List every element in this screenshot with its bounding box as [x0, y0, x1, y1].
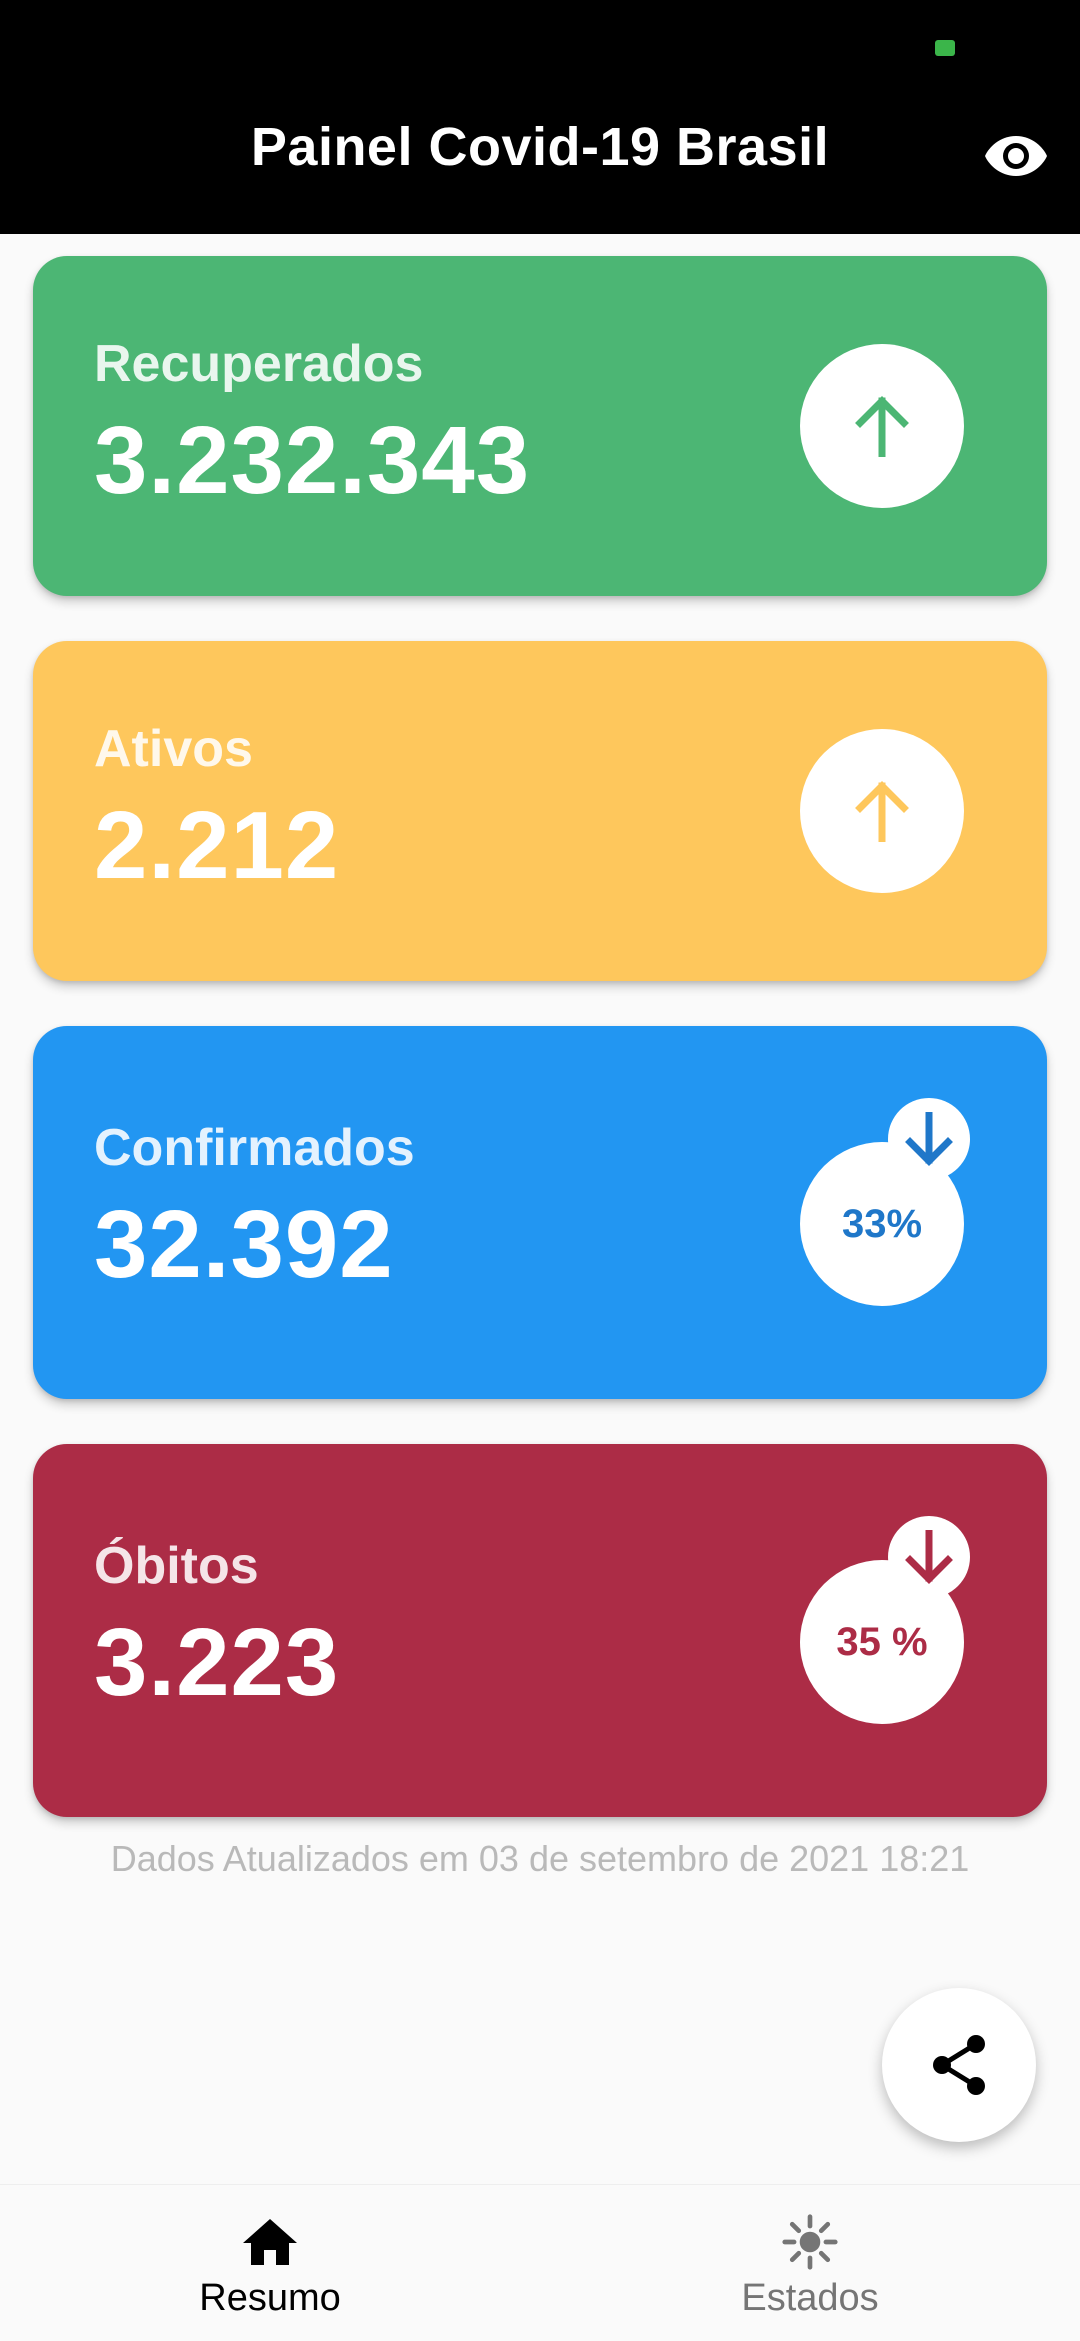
- status-bar: [0, 0, 1080, 90]
- trend-badge: [888, 1516, 970, 1598]
- card-label: Ativos: [94, 720, 253, 778]
- virus-icon: [782, 2214, 838, 2270]
- nav-item-estados[interactable]: Estados: [540, 2185, 1080, 2341]
- arrow-up-icon: [855, 396, 909, 457]
- card-confirmados: Confirmados 32.392 33%: [33, 1026, 1047, 1399]
- home-icon: [243, 2219, 297, 2265]
- percent-label: 33%: [841, 1201, 923, 1246]
- trend-circle: [800, 344, 964, 508]
- bottom-navigation: Resumo Estados: [0, 2184, 1080, 2341]
- page-title: Painel Covid-19 Brasil: [250, 117, 830, 177]
- card-value: 32.392: [94, 1191, 394, 1298]
- nav-label-estados: Estados: [741, 2277, 879, 2319]
- arrow-down-icon: [905, 1530, 953, 1584]
- arrow-down-icon: [905, 1112, 953, 1166]
- share-icon: [933, 2035, 985, 2095]
- eye-icon[interactable]: [980, 120, 1052, 192]
- card-label: Recuperados: [94, 335, 424, 393]
- card-value: 2.212: [94, 792, 340, 899]
- nav-item-resumo[interactable]: Resumo: [0, 2185, 540, 2341]
- status-indicator: [935, 40, 955, 56]
- card-label: Confirmados: [94, 1119, 415, 1177]
- app-bar: Painel Covid-19 Brasil: [0, 90, 1080, 234]
- trend-badge: [888, 1098, 970, 1180]
- share-button[interactable]: [882, 1988, 1036, 2142]
- card-ativos: Ativos 2.212: [33, 641, 1047, 981]
- card-obitos: Óbitos 3.223 35 %: [33, 1444, 1047, 1817]
- nav-label-resumo: Resumo: [199, 2277, 341, 2319]
- trend-circle: [800, 729, 964, 893]
- card-value: 3.223: [94, 1609, 340, 1716]
- arrow-up-icon: [855, 781, 909, 842]
- card-recuperados: Recuperados 3.232.343: [33, 256, 1047, 596]
- card-value: 3.232.343: [94, 407, 531, 514]
- percent-label: 35 %: [836, 1619, 928, 1664]
- card-label: Óbitos: [94, 1537, 259, 1595]
- updated-timestamp: Dados Atualizados em 03 de setembro de 2…: [110, 1838, 970, 1879]
